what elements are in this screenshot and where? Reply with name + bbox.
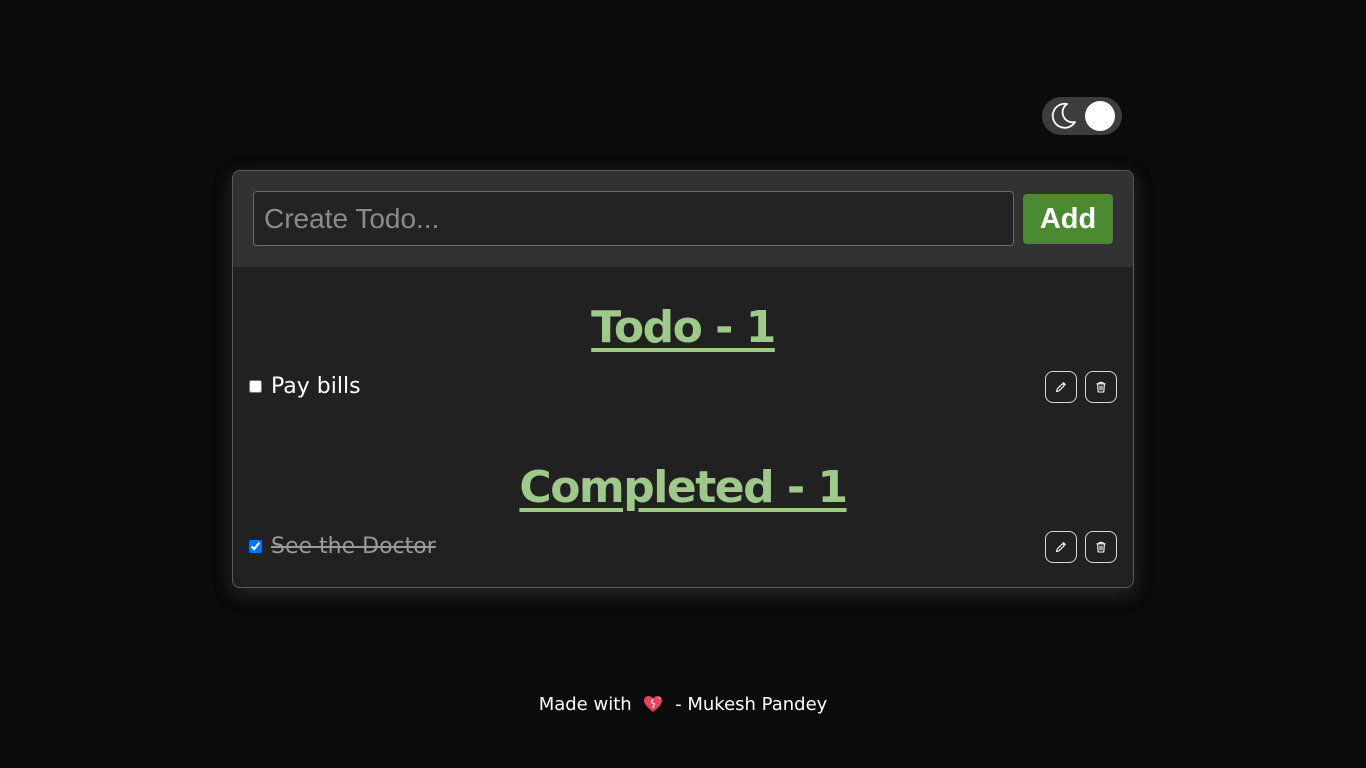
edit-completed-button[interactable] bbox=[1045, 531, 1077, 563]
todo-card: Add Todo - 1 Pay bills Completed - 1 See… bbox=[232, 170, 1134, 588]
pencil-icon bbox=[1055, 382, 1066, 393]
create-todo-input[interactable] bbox=[253, 191, 1014, 246]
completed-item: See the Doctor bbox=[249, 531, 1117, 565]
create-todo-bar: Add bbox=[233, 171, 1133, 267]
todo-checkbox[interactable] bbox=[249, 380, 262, 393]
add-button[interactable]: Add bbox=[1023, 194, 1113, 244]
toggle-knob[interactable] bbox=[1085, 101, 1115, 131]
delete-completed-button[interactable] bbox=[1085, 531, 1117, 563]
completed-item-text: See the Doctor bbox=[271, 534, 436, 559]
theme-toggle[interactable] bbox=[1042, 97, 1122, 135]
moon-icon bbox=[1051, 102, 1076, 129]
footer-prefix: Made with bbox=[538, 694, 632, 715]
todo-item: Pay bills bbox=[249, 371, 1117, 405]
completed-heading: Completed - 1 bbox=[519, 462, 848, 513]
edit-todo-button[interactable] bbox=[1045, 371, 1077, 403]
pencil-icon bbox=[1055, 542, 1066, 553]
todo-app-page: Add Todo - 1 Pay bills Completed - 1 See… bbox=[0, 0, 1366, 768]
trash-icon bbox=[1096, 381, 1106, 393]
todo-heading: Todo - 1 bbox=[591, 302, 776, 353]
footer: Made with - Mukesh Pandey bbox=[0, 694, 1366, 715]
trash-icon bbox=[1096, 541, 1106, 553]
todo-item-text: Pay bills bbox=[271, 374, 361, 399]
delete-todo-button[interactable] bbox=[1085, 371, 1117, 403]
footer-author: - Mukesh Pandey bbox=[675, 694, 828, 715]
completed-checkbox[interactable] bbox=[249, 540, 262, 553]
heart-icon bbox=[644, 696, 663, 712]
